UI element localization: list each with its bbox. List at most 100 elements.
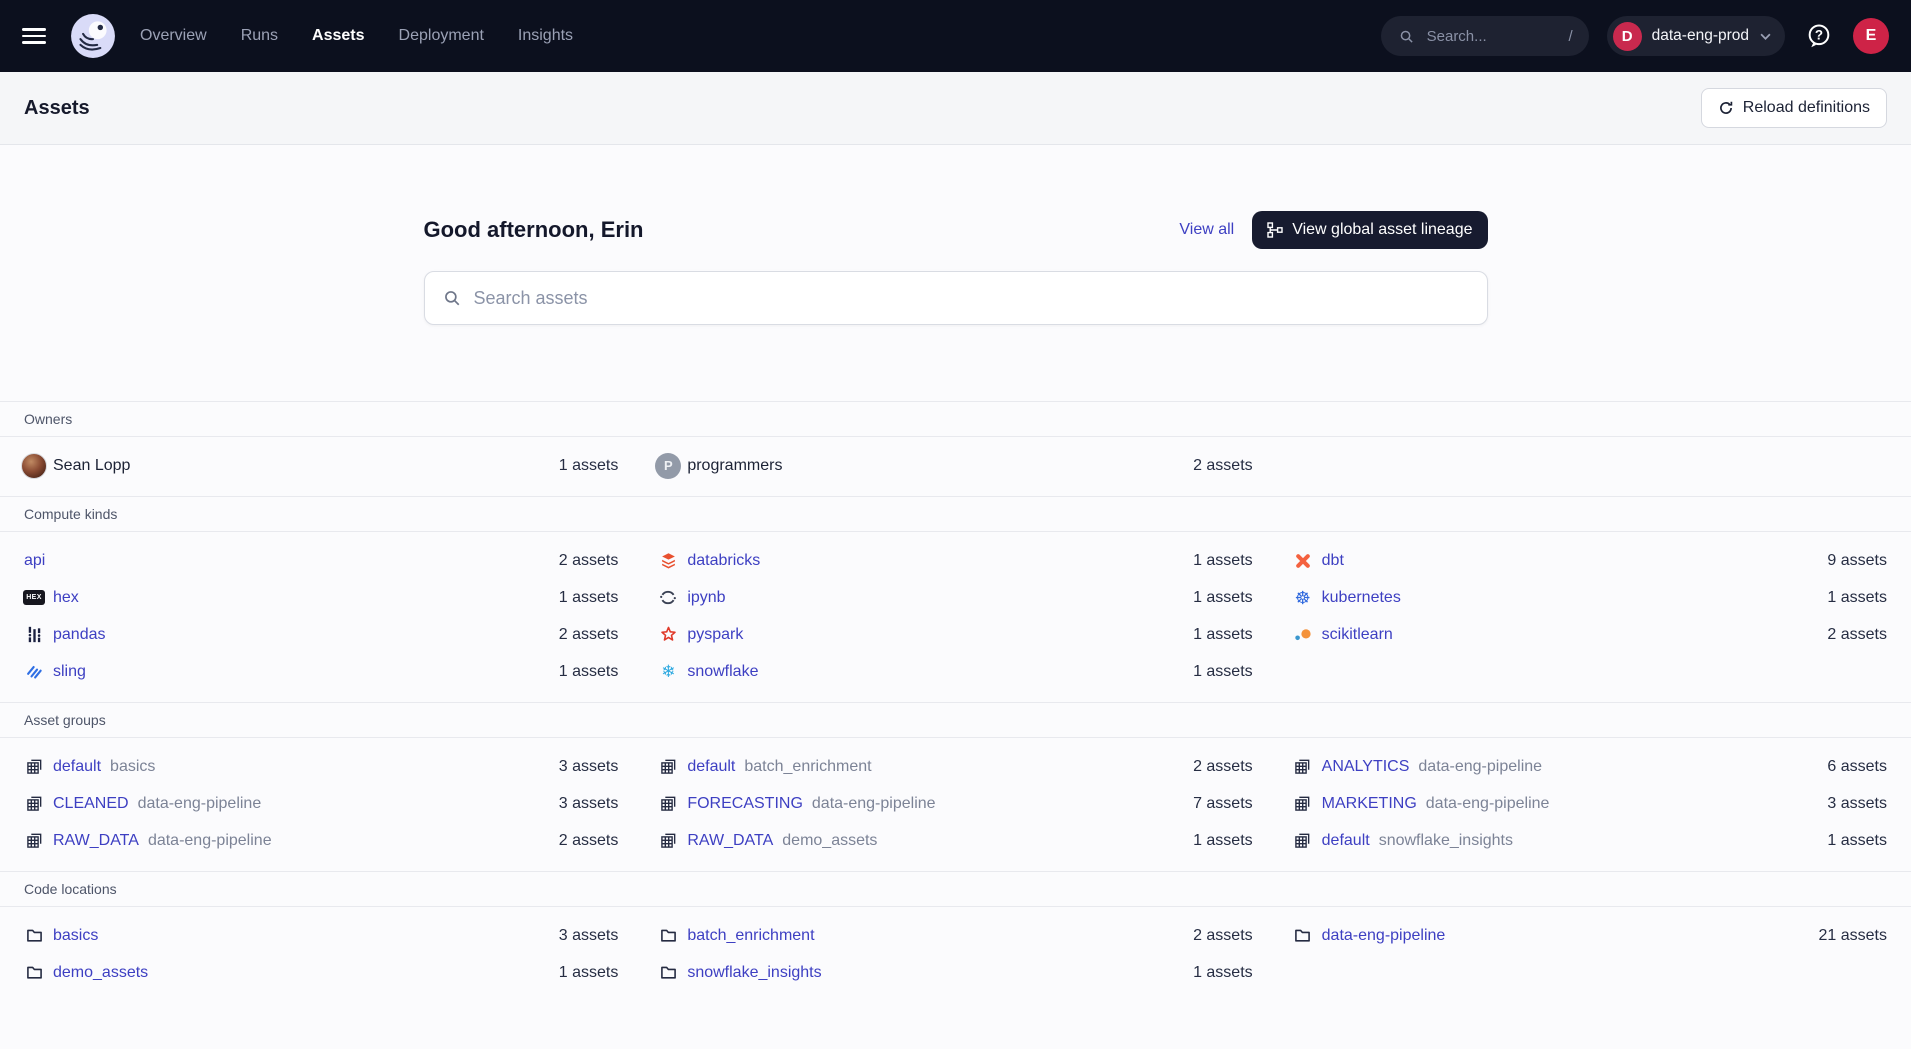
compute-kinds-link[interactable]: HEXhex: [24, 588, 79, 608]
page-title: Assets: [24, 97, 90, 120]
compute-kinds-link[interactable]: databricks: [658, 551, 760, 571]
databricks-icon: [658, 551, 678, 571]
reload-definitions-label: Reload definitions: [1743, 99, 1870, 117]
compute-kinds-link[interactable]: ❄snowflake: [658, 662, 758, 682]
item-name: scikitlearn: [1322, 626, 1393, 644]
asset-groups-link[interactable]: CLEANEDdata-eng-pipeline: [24, 794, 261, 814]
folder-icon: [658, 963, 678, 983]
code-locations-link[interactable]: batch_enrichment: [658, 926, 814, 946]
user-photo-avatar: [24, 456, 44, 476]
compute-kinds-link[interactable]: pyspark: [658, 625, 743, 645]
table-row: demo_assets1 assetssnowflake_insights1 a…: [0, 954, 1911, 991]
item-name: api: [24, 552, 45, 570]
item-name: RAW_DATA: [687, 832, 773, 850]
asset-groups-item: CLEANEDdata-eng-pipeline3 assets: [24, 785, 618, 822]
refresh-icon: [1718, 100, 1734, 116]
asset-groups-item: ANALYTICSdata-eng-pipeline6 assets: [1293, 748, 1887, 785]
code-locations-link[interactable]: data-eng-pipeline: [1293, 926, 1446, 946]
nav-item-deployment: Deployment: [399, 27, 484, 45]
primary-nav: Overview Runs Assets Deployment Insights: [140, 27, 573, 45]
lineage-graph-icon: [1267, 222, 1283, 238]
asset-count: 1 assets: [1193, 626, 1253, 644]
deployment-switcher[interactable]: D data-eng-prod: [1607, 16, 1785, 56]
asset-groups-link[interactable]: defaultbasics: [24, 757, 155, 777]
global-search-input[interactable]: Search... /: [1381, 16, 1589, 56]
code-locations-link[interactable]: demo_assets: [24, 963, 148, 983]
owners-rows: Sean Lopp1 assetsPprogrammers2 assets: [0, 437, 1911, 496]
owners-link[interactable]: Sean Lopp: [24, 456, 130, 476]
table-row: defaultbasics3 assets defaultbatch_enrich…: [0, 748, 1911, 785]
view-all-link[interactable]: View all: [1179, 221, 1234, 239]
asset-search-input[interactable]: [474, 288, 1470, 309]
nav-link-overview[interactable]: Overview: [140, 27, 207, 44]
section-compute-kinds: Compute kindsapi2 assetsdatabricks1 asse…: [0, 496, 1911, 702]
owners-link[interactable]: Pprogrammers: [658, 456, 782, 476]
asset-groups-link[interactable]: ANALYTICSdata-eng-pipeline: [1293, 757, 1542, 777]
compute-kinds-link[interactable]: pandas: [24, 625, 106, 645]
table-row: basics3 assetsbatch_enrichment2 assetsda…: [0, 917, 1911, 954]
asset-groups-link[interactable]: RAW_DATA demo_assets: [658, 831, 877, 851]
asset-count: 1 assets: [1193, 663, 1253, 681]
table-row: HEXhex1 assetsipynb1 assets☸kubernetes1 …: [0, 579, 1911, 616]
asset-search-box: [424, 271, 1488, 325]
asset-count: 2 assets: [559, 832, 619, 850]
dagster-logo-icon[interactable]: [70, 13, 116, 59]
item-name: kubernetes: [1322, 589, 1401, 607]
item-name: databricks: [687, 552, 760, 570]
table-row: Sean Lopp1 assetsPprogrammers2 assets: [0, 447, 1911, 484]
asset-groups-link[interactable]: defaultsnowflake_insights: [1293, 831, 1513, 851]
search-icon: [442, 288, 462, 308]
item-name: snowflake: [687, 663, 758, 681]
compute-kinds-link[interactable]: ipynb: [658, 588, 725, 608]
section-label-code-locations: Code locations: [0, 871, 1911, 907]
compute-kinds-link[interactable]: scikitlearn: [1293, 625, 1393, 645]
compute-kinds-item: scikitlearn2 assets: [1293, 616, 1887, 653]
asset-group-icon: [1293, 831, 1313, 851]
hero-section: Good afternoon, Erin View all View globa…: [424, 145, 1488, 401]
item-location-suffix: data-eng-pipeline: [1426, 795, 1550, 813]
asset-groups-link[interactable]: defaultbatch_enrichment: [658, 757, 871, 777]
item-location-suffix: demo_assets: [782, 832, 877, 850]
nav-link-assets[interactable]: Assets: [312, 27, 364, 44]
chevron-down-icon: [1759, 30, 1771, 42]
compute-kinds-link[interactable]: sling: [24, 662, 86, 682]
asset-groups-link[interactable]: RAW_DATAdata-eng-pipeline: [24, 831, 272, 851]
asset-count: 1 assets: [1827, 589, 1887, 607]
user-avatar[interactable]: E: [1853, 18, 1889, 54]
compute-kinds-link[interactable]: dbt: [1293, 551, 1344, 571]
asset-count: 2 assets: [559, 552, 619, 570]
owners-item: Sean Lopp1 assets: [24, 447, 618, 484]
code-locations-rows: basics3 assetsbatch_enrichment2 assetsda…: [0, 907, 1911, 1003]
nav-link-runs[interactable]: Runs: [241, 27, 278, 44]
item-location-suffix: data-eng-pipeline: [148, 832, 272, 850]
asset-groups-link[interactable]: MARKETINGdata-eng-pipeline: [1293, 794, 1550, 814]
asset-count: 1 assets: [1193, 552, 1253, 570]
compute-kinds-link[interactable]: ☸ kubernetes: [1293, 588, 1401, 608]
item-location-suffix: data-eng-pipeline: [138, 795, 262, 813]
reload-definitions-button[interactable]: Reload definitions: [1701, 88, 1887, 128]
asset-group-icon: [1293, 794, 1313, 814]
help-icon[interactable]: ?: [1803, 20, 1835, 52]
asset-groups-item: defaultbasics3 assets: [24, 748, 618, 785]
compute-kinds-link[interactable]: api: [24, 552, 45, 570]
code-locations-link[interactable]: snowflake_insights: [658, 963, 821, 983]
kubernetes-icon: ☸: [1293, 588, 1313, 608]
page-header: Assets Reload definitions: [0, 72, 1911, 145]
item-name: sling: [53, 663, 86, 681]
asset-groups-item: MARKETINGdata-eng-pipeline3 assets: [1293, 785, 1887, 822]
table-row: CLEANEDdata-eng-pipeline3 assets FORECAST…: [0, 785, 1911, 822]
hamburger-menu-icon[interactable]: [22, 28, 46, 44]
item-name: default: [687, 758, 735, 776]
pyspark-icon: [658, 625, 678, 645]
nav-link-insights[interactable]: Insights: [518, 27, 573, 44]
asset-group-icon: [658, 757, 678, 777]
section-owners: OwnersSean Lopp1 assetsPprogrammers2 ass…: [0, 401, 1911, 496]
folder-icon: [24, 963, 44, 983]
asset-groups-link[interactable]: FORECASTINGdata-eng-pipeline: [658, 794, 935, 814]
view-global-asset-lineage-button[interactable]: View global asset lineage: [1252, 211, 1487, 249]
nav-link-deployment[interactable]: Deployment: [399, 27, 484, 44]
svg-text:?: ?: [1815, 28, 1823, 43]
item-name: default: [53, 758, 101, 776]
code-locations-link[interactable]: basics: [24, 926, 98, 946]
item-name: batch_enrichment: [687, 927, 814, 945]
